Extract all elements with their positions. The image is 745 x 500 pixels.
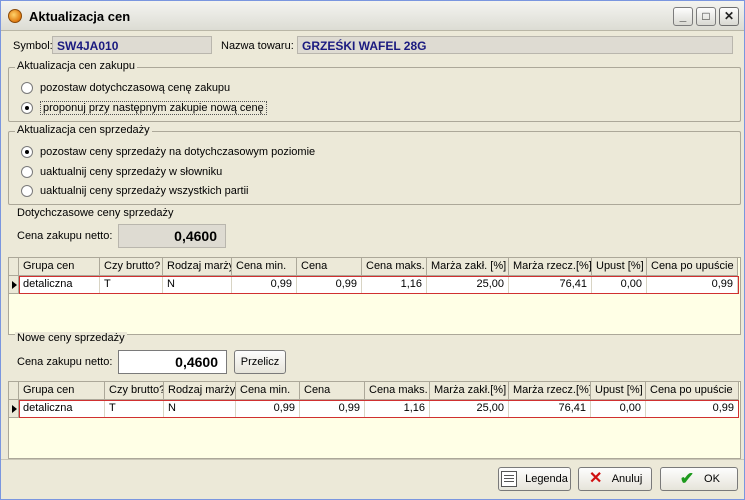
column-header[interactable]: Grupa cen (19, 258, 100, 276)
grid-corner (9, 258, 19, 276)
maximize-button[interactable]: □ (696, 7, 716, 26)
ok-label: OK (704, 473, 720, 485)
cell-discounted-price[interactable]: 0,99 (647, 276, 738, 294)
radio-keep-purchase-price[interactable]: pozostaw dotychczasową cenę zakupu (21, 82, 230, 94)
product-name-field: GRZEŚKI WAFEL 28G (297, 36, 733, 54)
radio-update-dictionary-prices[interactable]: uaktualnij ceny sprzedaży w słowniku (21, 166, 222, 178)
radio-dot[interactable] (21, 82, 33, 94)
cell-planned-margin[interactable]: 25,00 (430, 400, 509, 418)
new-prices-grid[interactable]: Grupa cen Czy brutto? Rodzaj marży Cena … (8, 381, 741, 459)
cell-margin-type[interactable]: N (163, 276, 232, 294)
app-icon (8, 9, 22, 23)
checkmark-icon: ✔ (679, 469, 695, 488)
new-net-price-input[interactable]: 0,4600 (118, 350, 227, 374)
cell-discounted-price[interactable]: 0,99 (646, 400, 739, 418)
ok-button[interactable]: ✔ OK (660, 467, 738, 491)
column-header[interactable]: Czy brutto? (100, 258, 163, 276)
radio-dot[interactable] (21, 102, 33, 114)
window-title: Aktualizacja cen (29, 9, 131, 24)
cell-gross[interactable]: T (100, 276, 163, 294)
column-header[interactable]: Cena min. (232, 258, 297, 276)
radio-keep-sales-prices[interactable]: pozostaw ceny sprzedaży na dotychczasowy… (21, 146, 315, 158)
column-header[interactable]: Czy brutto? (105, 382, 164, 400)
column-header[interactable]: Cena po upuście (646, 382, 739, 400)
current-net-label: Cena zakupu netto: (17, 230, 113, 242)
cell-max-price[interactable]: 1,16 (365, 400, 430, 418)
radio-update-all-batches[interactable]: uaktualnij ceny sprzedaży wszystkich par… (21, 185, 248, 197)
column-header[interactable]: Cena min. (236, 382, 300, 400)
table-row[interactable]: detaliczna T N 0,99 0,99 1,16 25,00 76,4… (9, 276, 738, 294)
symbol-label: Symbol: (13, 40, 53, 52)
column-header[interactable]: Rodzaj marży (163, 258, 232, 276)
cell-max-price[interactable]: 1,16 (362, 276, 427, 294)
column-header[interactable]: Grupa cen (19, 382, 105, 400)
cell-min-price[interactable]: 0,99 (232, 276, 297, 294)
column-header[interactable]: Rodzaj marży (164, 382, 236, 400)
row-indicator-icon (9, 400, 19, 418)
title-bar: Aktualizacja cen _ □ ✕ (1, 1, 744, 31)
radio-dot[interactable] (21, 146, 33, 158)
column-header[interactable]: Marża zakł. [%] (427, 258, 509, 276)
radio-propose-new-price[interactable]: proponuj przy następnym zakupie nową cen… (21, 101, 267, 115)
update-prices-window: Aktualizacja cen _ □ ✕ Symbol: SW4JA010 … (0, 0, 745, 500)
radio-dot[interactable] (21, 166, 33, 178)
column-header[interactable]: Cena (300, 382, 365, 400)
column-header[interactable]: Cena po upuście (647, 258, 738, 276)
radio-label: pozostaw dotychczasową cenę zakupu (40, 82, 231, 94)
new-net-label: Cena zakupu netto: (17, 356, 113, 368)
minimize-button[interactable]: _ (673, 7, 693, 26)
legend-button[interactable]: Legenda (498, 467, 571, 491)
radio-label: uaktualnij ceny sprzedaży w słowniku (40, 166, 223, 178)
legend-label: Legenda (525, 473, 568, 485)
cancel-button[interactable]: ✕ Anuluj (578, 467, 652, 491)
current-net-price: 0,4600 (118, 224, 226, 248)
column-header[interactable]: Cena maks. (365, 382, 430, 400)
recalculate-button[interactable]: Przelicz (234, 350, 286, 374)
symbol-field: SW4JA010 (52, 36, 212, 54)
cell-planned-margin[interactable]: 25,00 (427, 276, 509, 294)
column-header[interactable]: Cena maks. (362, 258, 427, 276)
close-icon: ✕ (589, 470, 603, 487)
column-header[interactable]: Cena (297, 258, 362, 276)
product-name-label: Nazwa towaru: (221, 40, 294, 52)
cancel-label: Anuluj (611, 473, 643, 485)
grid-corner (9, 382, 19, 400)
radio-dot[interactable] (21, 185, 33, 197)
column-header[interactable]: Upust [%] (591, 382, 646, 400)
cell-price-group[interactable]: detaliczna (19, 400, 105, 418)
close-button[interactable]: ✕ (719, 7, 739, 26)
radio-label: uaktualnij ceny sprzedaży wszystkich par… (40, 185, 249, 197)
cell-discount[interactable]: 0,00 (592, 276, 647, 294)
cell-discount[interactable]: 0,00 (591, 400, 646, 418)
radio-label: proponuj przy następnym zakupie nową cen… (40, 101, 267, 115)
cell-margin-type[interactable]: N (164, 400, 236, 418)
column-header[interactable]: Marża zakł.[%] (430, 382, 509, 400)
column-header[interactable]: Upust [%] (592, 258, 647, 276)
current-prices-title: Dotychczasowe ceny sprzedaży (15, 207, 176, 219)
cell-gross[interactable]: T (105, 400, 164, 418)
document-icon (501, 471, 518, 487)
cell-actual-margin[interactable]: 76,41 (509, 276, 592, 294)
column-header[interactable]: Marża rzecz.[%] (509, 258, 592, 276)
table-row[interactable]: detaliczna T N 0,99 0,99 1,16 25,00 76,4… (9, 400, 739, 418)
row-indicator-icon (9, 276, 19, 294)
button-bar: Legenda ✕ Anuluj ✔ OK (1, 459, 744, 499)
radio-label: pozostaw ceny sprzedaży na dotychczasowy… (40, 146, 316, 158)
grid-header: Grupa cen Czy brutto? Rodzaj marży Cena … (9, 382, 739, 400)
cell-price[interactable]: 0,99 (300, 400, 365, 418)
sales-price-group: Aktualizacja cen sprzedaży pozostaw ceny… (8, 124, 741, 205)
new-prices-title: Nowe ceny sprzedaży (15, 332, 127, 344)
grid-header: Grupa cen Czy brutto? Rodzaj marży Cena … (9, 258, 738, 276)
cell-price[interactable]: 0,99 (297, 276, 362, 294)
purchase-price-group: Aktualizacja cen zakupu pozostaw dotychc… (8, 60, 741, 122)
current-prices-grid[interactable]: Grupa cen Czy brutto? Rodzaj marży Cena … (8, 257, 741, 335)
cell-min-price[interactable]: 0,99 (236, 400, 300, 418)
cell-actual-margin[interactable]: 76,41 (509, 400, 591, 418)
column-header[interactable]: Marża rzecz.[%] (509, 382, 591, 400)
sales-group-title: Aktualizacja cen sprzedaży (15, 124, 152, 136)
purchase-group-title: Aktualizacja cen zakupu (15, 60, 138, 72)
cell-price-group[interactable]: detaliczna (19, 276, 100, 294)
recalculate-label: Przelicz (240, 356, 280, 368)
